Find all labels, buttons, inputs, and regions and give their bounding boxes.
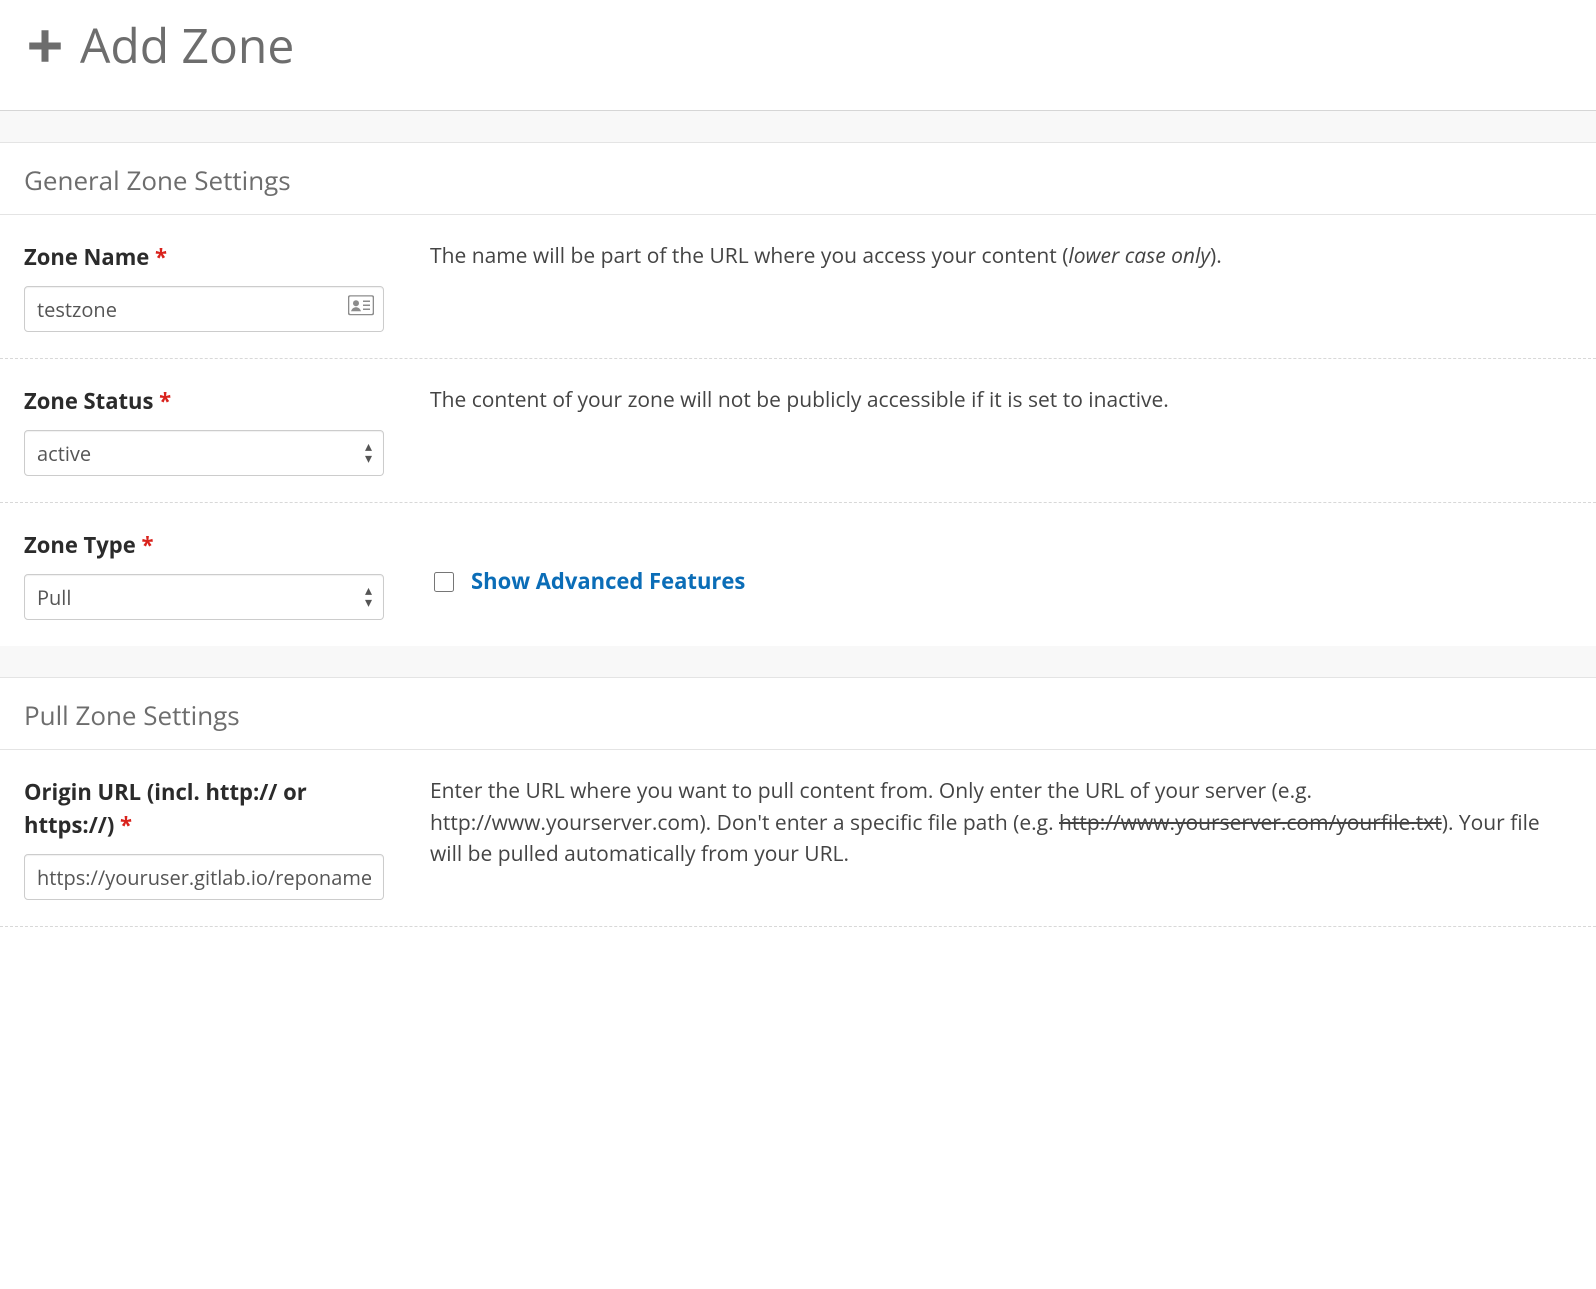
id-card-icon [348, 293, 374, 325]
show-advanced-label[interactable]: Show Advanced Features [471, 565, 745, 598]
required-marker: * [120, 810, 132, 840]
plus-icon [24, 25, 66, 67]
section-header-pull: Pull Zone Settings [0, 678, 1596, 750]
page-title-text: Add Zone [80, 10, 294, 82]
origin-url-input[interactable] [24, 854, 384, 900]
field-row-zone-status: Zone Status * active The content of your… [0, 359, 1596, 503]
show-advanced-checkbox[interactable] [434, 572, 454, 592]
section-gap [0, 646, 1596, 678]
zone-status-select[interactable]: active [24, 430, 384, 476]
field-row-zone-name: Zone Name * The name will be part of the… [0, 215, 1596, 359]
origin-url-label: Origin URL (incl. http:// or https://) * [24, 776, 384, 842]
field-row-zone-type: Zone Type * Pull Show Advanced Features [0, 503, 1596, 646]
zone-name-desc: The name will be part of the URL where y… [430, 241, 1572, 332]
page-title: Add Zone [0, 0, 1596, 111]
origin-url-desc: Enter the URL where you want to pull con… [430, 776, 1572, 900]
required-marker: * [159, 386, 171, 416]
zone-name-input[interactable] [24, 286, 384, 332]
zone-status-desc: The content of your zone will not be pub… [430, 385, 1572, 476]
zone-type-select[interactable]: Pull [24, 574, 384, 620]
required-marker: * [155, 242, 167, 272]
section-gap [0, 111, 1596, 143]
zone-status-label: Zone Status * [24, 385, 384, 418]
zone-name-label: Zone Name * [24, 241, 384, 274]
section-header-general: General Zone Settings [0, 143, 1596, 215]
required-marker: * [141, 530, 153, 560]
zone-type-label: Zone Type * [24, 529, 384, 562]
field-row-origin-url: Origin URL (incl. http:// or https://) *… [0, 750, 1596, 927]
